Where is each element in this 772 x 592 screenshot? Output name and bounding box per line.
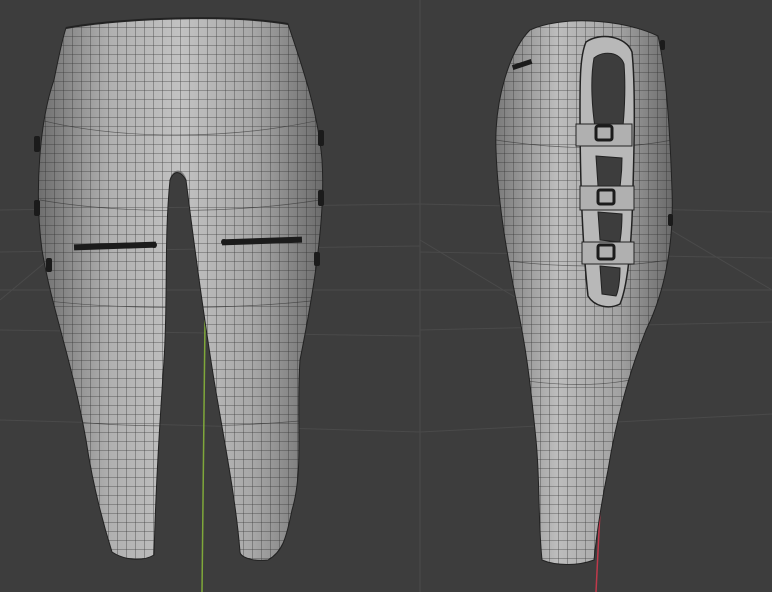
buckle-bottom <box>581 241 635 265</box>
side-cutout <box>579 35 636 308</box>
buckle-middle <box>579 185 635 211</box>
y-axis-line <box>201 319 206 592</box>
buckle-top <box>575 123 633 147</box>
3d-viewport[interactable] <box>0 0 772 592</box>
viewport-canvas[interactable] <box>0 0 772 592</box>
